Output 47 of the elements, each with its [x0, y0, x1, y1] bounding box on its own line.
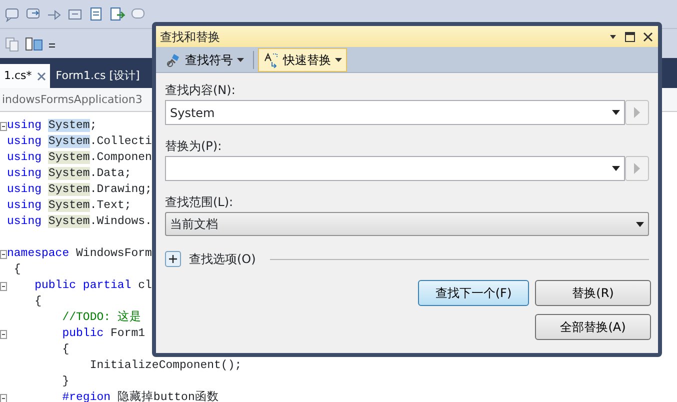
- code-line: public partial cl: [34, 278, 152, 294]
- comment-icon[interactable]: [4, 6, 20, 22]
- code-line: using System.Collecti: [7, 134, 152, 150]
- find-field[interactable]: System: [165, 100, 625, 125]
- code-line: using System.Windows.: [7, 214, 152, 230]
- code-line: {: [61, 342, 70, 358]
- find-symbol-icon: [165, 52, 181, 68]
- maximize-icon[interactable]: [624, 30, 636, 42]
- toolbar-button[interactable]: 查找符号: [160, 48, 249, 72]
- code-line: using System.Componen: [7, 150, 152, 166]
- fold-icon[interactable]: [0, 282, 7, 290]
- field-label: 替换为(P):: [165, 139, 223, 153]
- replace-field[interactable]: [165, 156, 625, 181]
- properties-icon[interactable]: [25, 36, 43, 52]
- document-icon[interactable]: [88, 6, 104, 22]
- code-line: {: [12, 262, 21, 278]
- caret-icon: [636, 222, 644, 226]
- fold-icon[interactable]: [0, 122, 7, 130]
- close-icon[interactable]: [642, 30, 654, 42]
- caret-icon: [612, 110, 620, 115]
- toolbar-button[interactable]: 快速替换: [258, 48, 347, 72]
- code-line: public Form1: [61, 326, 146, 342]
- document-arrow-icon[interactable]: [109, 6, 125, 22]
- code-line: using System.Data;: [7, 166, 132, 182]
- code-line: {: [34, 294, 42, 310]
- caret-icon: [612, 166, 620, 171]
- field-label: 查找范围(L):: [165, 195, 234, 209]
- options-label: 查找选项(O): [189, 251, 256, 268]
- code-line: }: [61, 374, 70, 390]
- quick-replace-icon: [263, 52, 279, 68]
- dialog-button[interactable]: 全部替换(A): [535, 314, 651, 340]
- expand-icon[interactable]: [165, 251, 181, 267]
- code-line: using System.Text;: [7, 198, 132, 214]
- dialog-button[interactable]: 替换(R): [535, 280, 651, 306]
- editor-tab[interactable]: Form1.cs [设计]: [52, 64, 144, 88]
- fold-icon[interactable]: [0, 394, 7, 402]
- scope-dropdown[interactable]: 当前文档: [165, 212, 649, 236]
- dialog-button[interactable]: 查找下一个(F): [418, 280, 529, 306]
- code-line: //TODO: 这是: [61, 310, 142, 326]
- fold-icon[interactable]: [0, 250, 7, 258]
- code-line: namespace WindowsForm: [7, 246, 152, 262]
- code-line: InitializeComponent();: [88, 358, 242, 374]
- editor-tab[interactable]: 1.cs*: [0, 64, 50, 88]
- fold-icon[interactable]: [0, 330, 7, 338]
- code-line: using System;: [7, 118, 97, 134]
- code-line: using System.Drawing;: [7, 182, 152, 198]
- dialog-title: 查找和替换: [160, 28, 221, 46]
